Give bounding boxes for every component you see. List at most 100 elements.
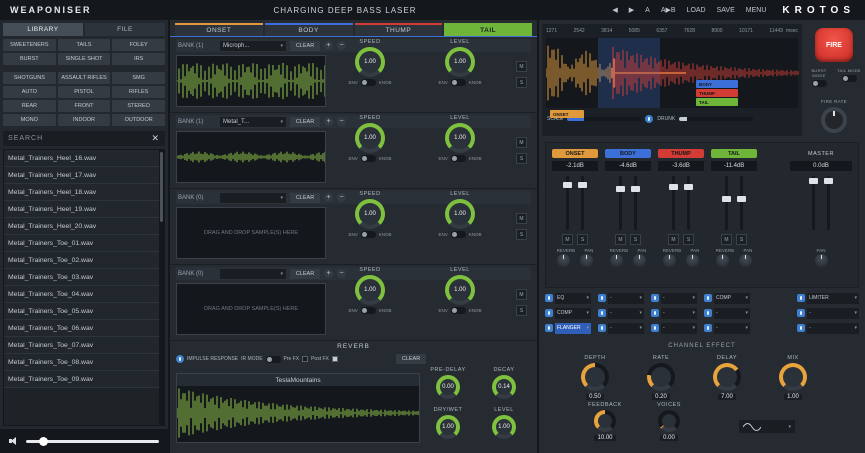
fx-slot-select[interactable]: -▾ [807,323,859,334]
channel-mute-button[interactable]: M [668,234,679,245]
filter-button[interactable]: ASSAULT RIFLES [58,72,111,84]
reverb-power-toggle[interactable] [176,355,184,363]
channel-mute-button[interactable]: M [721,234,732,245]
reverb-send-knob[interactable] [716,254,729,267]
channel-fader[interactable] [740,176,743,230]
level-knob[interactable]: 1.00 [445,199,475,229]
filter-button[interactable]: FRONT [58,100,111,112]
pan-knob[interactable] [739,254,752,267]
fx-slot-select[interactable]: -▾ [608,323,644,334]
drunk-power-toggle[interactable] [645,115,653,123]
impulse-response-display[interactable]: TeslaMountains [176,373,420,443]
env-knob-toggle[interactable] [451,155,466,162]
tail-mode-toggle[interactable] [842,75,857,82]
bank-clear-button[interactable]: CLEAR [290,193,320,203]
predelay-knob[interactable]: 0.00 [436,375,460,399]
filter-button[interactable]: STEREO [112,100,165,112]
filter-button[interactable]: OUTDOOR [112,114,165,126]
fx-power-toggle[interactable] [598,309,606,317]
sample-waveform[interactable]: DRAG AND DROP SAMPLE(S) HERE [176,283,326,335]
fx-power-toggle[interactable] [797,309,805,317]
tab-tail[interactable]: TAIL [444,23,532,36]
tab-body[interactable]: BODY [265,23,353,36]
voices-knob[interactable] [658,410,680,432]
bank-clear-button[interactable]: CLEAR [290,269,320,279]
filter-button[interactable]: MONO [3,114,56,126]
volume-slider[interactable] [26,440,159,443]
ir-mode-toggle[interactable] [266,356,281,363]
scrollbar-thumb[interactable] [160,152,163,222]
channel-fader[interactable] [619,176,622,230]
filter-button[interactable]: SMG [112,72,165,84]
fire-button[interactable]: FIRE [815,28,853,62]
file-list-item[interactable]: Metal_Trainers_Toe_06.wav [4,320,159,337]
fx-power-toggle[interactable] [704,294,712,302]
category-button[interactable]: SWEETENERS [3,39,56,51]
fx-power-toggle[interactable] [704,324,712,332]
save-button[interactable]: SAVE [717,7,735,14]
reverb-send-knob[interactable] [557,254,570,267]
ab-a-button[interactable]: A [645,7,650,14]
fx-power-toggle[interactable] [598,294,606,302]
env-knob-toggle[interactable] [361,231,376,238]
fx-power-toggle[interactable] [651,309,659,317]
filter-button[interactable]: REAR [3,100,56,112]
add-sample-button[interactable]: + [324,193,333,202]
channel-mute-button[interactable]: M [562,234,573,245]
search-input[interactable]: SEARCH ✕ [3,131,165,146]
onset-segment-tag[interactable]: ONSET [550,110,584,118]
level-knob[interactable]: 1.00 [445,47,475,77]
mix-knob[interactable] [779,363,807,391]
master-fader[interactable] [827,176,830,230]
master-pan-knob[interactable] [815,254,828,267]
fire-rate-knob[interactable] [821,107,847,133]
file-list-item[interactable]: Metal_Trainers_Toe_05.wav [4,303,159,320]
filter-button[interactable]: SHOTGUNS [3,72,56,84]
file-list-item[interactable]: Metal_Trainers_Toe_03.wav [4,269,159,286]
depth-knob[interactable] [581,363,609,391]
channel-fader[interactable] [725,176,728,230]
category-button[interactable]: TAILS [58,39,111,51]
reverb-clear-button[interactable]: CLEAR [396,354,426,364]
category-button[interactable]: BURST [3,53,56,65]
fx-slot-select[interactable]: -▾ [714,308,750,319]
delay-knob[interactable] [713,363,741,391]
category-button[interactable]: SINGLE SHOT [58,53,111,65]
category-button[interactable]: FOLEY [112,39,165,51]
burst-mode-toggle[interactable] [812,80,827,87]
fx-power-toggle[interactable] [651,294,659,302]
load-button[interactable]: LOAD [687,7,706,14]
feedback-knob[interactable] [594,410,616,432]
level-knob[interactable]: 1.00 [445,275,475,305]
env-knob-toggle[interactable] [451,231,466,238]
fx-slot-select[interactable]: EQ▾ [555,293,591,304]
drywet-knob[interactable]: 1.00 [436,415,460,439]
level-knob[interactable]: 1.00 [445,123,475,153]
channel-fader[interactable] [566,176,569,230]
file-list-item[interactable]: Metal_Trainers_Heel_16.wav [4,150,159,167]
fx-power-toggle[interactable] [598,324,606,332]
category-button[interactable]: IRS [112,53,165,65]
menu-button[interactable]: MENU [746,7,767,14]
fx-slot-select[interactable]: COMP▾ [555,308,591,319]
lfo-shape-select[interactable]: ▾ [739,420,795,433]
scrollbar[interactable] [159,150,164,425]
channel-mute-button[interactable]: M [615,234,626,245]
tail-segment-tag[interactable]: TAIL [696,98,738,106]
env-knob-toggle[interactable] [451,307,466,314]
output-waveform[interactable]: BODY THUMP TAIL ONSET [546,38,798,108]
bank-clear-button[interactable]: CLEAR [290,117,320,127]
sample-select-dropdown[interactable]: ▾ [220,193,286,203]
fx-power-toggle[interactable] [545,294,553,302]
speed-knob[interactable]: 1.00 [355,199,385,229]
speed-knob[interactable]: 1.00 [355,275,385,305]
fx-power-toggle[interactable] [797,324,805,332]
fx-power-toggle[interactable] [797,294,805,302]
fx-slot-select[interactable]: -▾ [807,308,859,319]
fx-slot-select[interactable]: -▾ [661,323,697,334]
pan-knob[interactable] [633,254,646,267]
decay-knob[interactable]: 0.14 [492,375,516,399]
file-list-item[interactable]: Metal_Trainers_Toe_09.wav [4,371,159,388]
add-sample-button[interactable]: + [324,117,333,126]
fx-power-toggle[interactable] [545,309,553,317]
